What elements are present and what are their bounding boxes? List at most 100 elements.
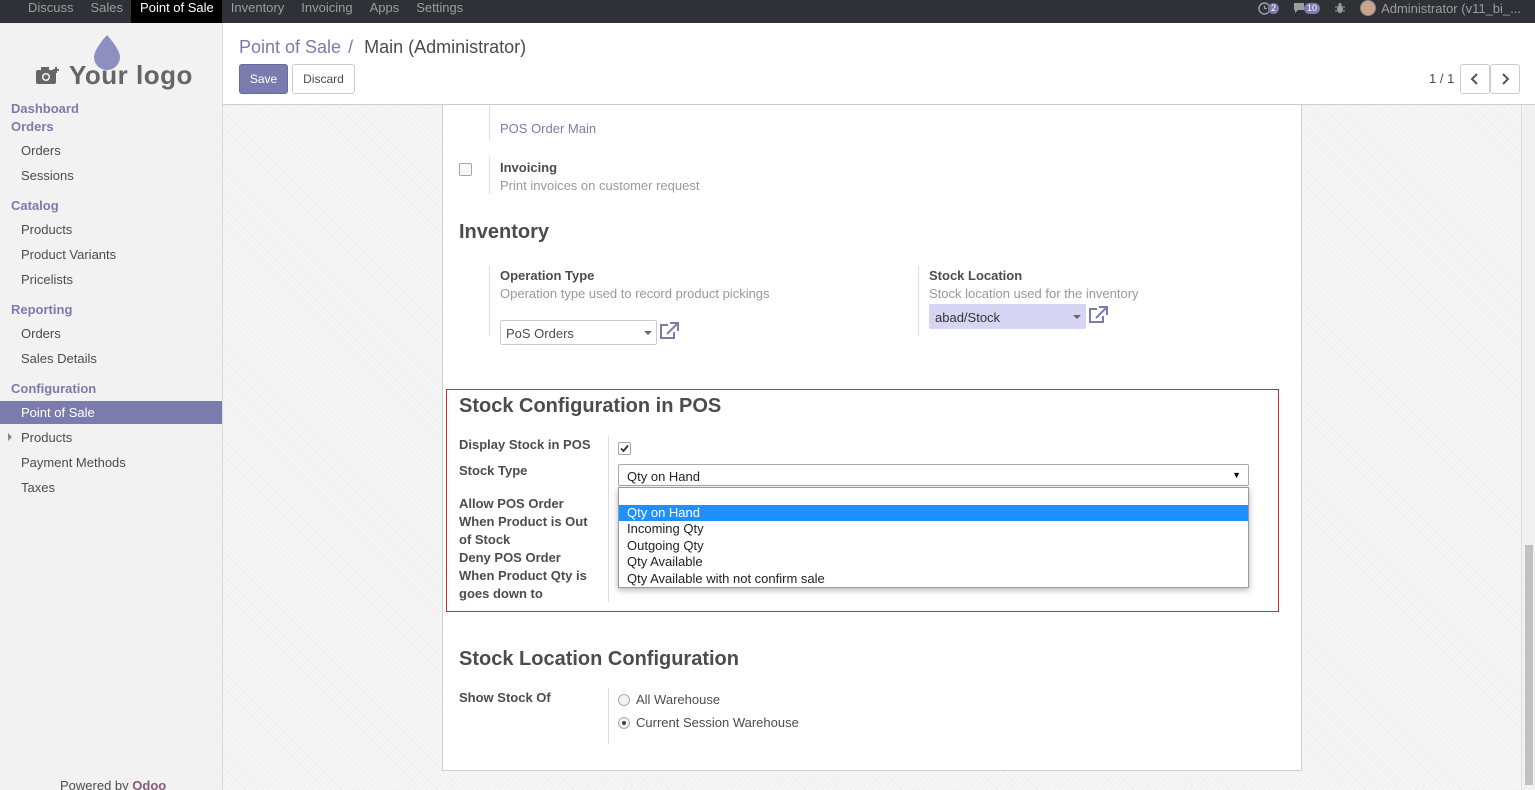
stock-location-select[interactable]: abad/Stock (929, 304, 1086, 329)
stock-type-option-qty-available-not-confirm[interactable]: Qty Available with not confirm sale (619, 571, 1248, 587)
company-logo[interactable]: Your logo (22, 35, 202, 95)
radio-current-session-warehouse-label[interactable]: Current Session Warehouse (636, 715, 799, 730)
menu-discuss[interactable]: Discuss (19, 0, 82, 23)
sidebar-head-reporting[interactable]: Reporting (11, 302, 72, 317)
stock-config-title: Stock Configuration in POS (459, 395, 722, 417)
pager-value: 1 / 1 (1429, 71, 1455, 86)
deny-pos-label-line: goes down to (459, 586, 543, 601)
inventory-title: Inventory (459, 221, 550, 243)
deny-pos-label-line: Deny POS Order (459, 550, 561, 565)
activity-badge: 2 (1268, 2, 1280, 14)
invoicing-label: Invoicing (500, 160, 558, 175)
pager-next-button[interactable] (1490, 64, 1520, 94)
sidebar-item-dashboard[interactable]: Dashboard (11, 101, 79, 116)
debug-menu[interactable] (1334, 0, 1346, 16)
sidebar-item-taxes[interactable]: Taxes (21, 480, 55, 495)
deny-pos-label-line: When Product Qty is (459, 568, 587, 583)
sidebar-item-product-variants[interactable]: Product Variants (21, 247, 116, 262)
chevron-right-icon (1502, 73, 1510, 85)
caret-down-icon (644, 331, 652, 335)
user-menu[interactable]: Administrator (v11_bi_... (1360, 0, 1521, 16)
divider (489, 266, 490, 336)
menu-point-of-sale[interactable]: Point of Sale (131, 0, 222, 23)
discard-button[interactable]: Discard (292, 64, 355, 94)
external-link-icon[interactable] (1088, 306, 1108, 324)
operation-type-label: Operation Type (500, 268, 595, 283)
menu-apps[interactable]: Apps (361, 0, 408, 23)
external-link-icon[interactable] (659, 322, 679, 340)
stock-type-dropdown: Qty on Hand Incoming Qty Outgoing Qty Qt… (618, 487, 1249, 588)
pos-order-main-link[interactable]: POS Order Main (500, 121, 596, 136)
messaging-menu[interactable]: 10 (1293, 0, 1321, 16)
sidebar-item-products[interactable]: Products (21, 222, 72, 237)
activity-menu[interactable]: 2 (1258, 0, 1280, 16)
allow-pos-label-line: When Product is Out (459, 514, 588, 529)
sidebar-item-point-of-sale[interactable]: Point of Sale (0, 401, 222, 424)
caret-down-icon: ▼ (1232, 470, 1241, 480)
stock-type-option-incoming-qty[interactable]: Incoming Qty (619, 521, 1248, 537)
sidebar-item-config-products[interactable]: Products (21, 430, 72, 445)
sidebar-item-payment-methods[interactable]: Payment Methods (21, 455, 126, 470)
scrollbar-thumb[interactable] (1525, 545, 1533, 785)
sidebar-item-label: Point of Sale (21, 405, 95, 420)
sidebar-head-configuration[interactable]: Configuration (11, 381, 96, 396)
sidebar-item-sessions[interactable]: Sessions (21, 168, 74, 183)
breadcrumb-current: Main (Administrator) (364, 37, 527, 57)
camera-icon (36, 67, 59, 84)
logo-text: Your logo (69, 60, 193, 90)
top-navbar: Discuss Sales Point of Sale Inventory In… (0, 0, 1535, 23)
stock-type-value: Qty on Hand (627, 469, 700, 484)
radio-all-warehouse-label[interactable]: All Warehouse (636, 692, 720, 707)
systray: 2 10 Administrator (v11_bi_... (1258, 0, 1521, 23)
sidebar-item-reporting-orders[interactable]: Orders (21, 326, 61, 341)
display-stock-label: Display Stock in POS (459, 437, 591, 452)
caret-right-icon[interactable] (8, 433, 12, 441)
sidebar-head-catalog[interactable]: Catalog (11, 198, 59, 213)
sidebar-item-sales-details[interactable]: Sales Details (21, 351, 97, 366)
stock-type-option-qty-on-hand[interactable]: Qty on Hand (619, 505, 1248, 521)
menu-settings[interactable]: Settings (407, 0, 471, 23)
powered-by: Powered by Odoo (60, 778, 166, 790)
sidebar-item-pricelists[interactable]: Pricelists (21, 272, 73, 287)
bug-icon (1335, 3, 1346, 13)
invoicing-checkbox[interactable] (459, 163, 472, 176)
stock-type-select[interactable]: Qty on Hand ▼ (618, 464, 1249, 486)
radio-all-warehouse[interactable] (618, 694, 630, 706)
menu-inventory[interactable]: Inventory (222, 0, 292, 23)
divider (608, 436, 609, 602)
operation-type-help: Operation type used to record product pi… (500, 286, 770, 301)
divider (489, 157, 490, 194)
breadcrumb-separator: / (348, 37, 354, 57)
sidebar-item-orders[interactable]: Orders (21, 143, 61, 158)
stock-location-value: abad/Stock (935, 310, 1001, 325)
menu-sales[interactable]: Sales (82, 0, 132, 23)
pager-previous-button[interactable] (1460, 64, 1490, 94)
avatar (1360, 0, 1377, 16)
chevron-left-icon (1470, 73, 1478, 85)
checkmark-icon (620, 444, 629, 453)
caret-down-icon (1073, 315, 1081, 319)
show-stock-of-label: Show Stock Of (459, 690, 551, 705)
invoicing-help: Print invoices on customer request (500, 178, 700, 193)
odoo-link[interactable]: Odoo (132, 778, 166, 790)
scrollbar[interactable] (1521, 105, 1535, 790)
sidebar: Your logo Dashboard Orders Orders Sessio… (0, 23, 223, 790)
save-button[interactable]: Save (239, 64, 288, 94)
messages-badge: 10 (1304, 2, 1321, 14)
stock-type-option-outgoing-qty[interactable]: Outgoing Qty (619, 538, 1248, 554)
breadcrumb-parent[interactable]: Point of Sale (239, 37, 341, 57)
breadcrumb: Point of Sale / Main (Administrator) (239, 37, 526, 58)
stock-location-label: Stock Location (929, 268, 1023, 283)
powered-by-text: Powered by (60, 778, 129, 790)
divider (918, 266, 919, 336)
operation-type-select[interactable]: PoS Orders (500, 320, 657, 345)
user-name: Administrator (v11_bi_... (1381, 0, 1521, 16)
sidebar-head-orders[interactable]: Orders (11, 119, 54, 134)
stock-type-label: Stock Type (459, 463, 528, 478)
menu-invoicing[interactable]: Invoicing (292, 0, 360, 23)
stock-location-help: Stock location used for the inventory (929, 286, 1139, 301)
radio-current-session-warehouse[interactable] (618, 717, 630, 729)
stock-type-option-qty-available[interactable]: Qty Available (619, 554, 1248, 570)
app-menu: Discuss Sales Point of Sale Inventory In… (19, 0, 471, 23)
display-stock-checkbox[interactable] (618, 442, 631, 455)
